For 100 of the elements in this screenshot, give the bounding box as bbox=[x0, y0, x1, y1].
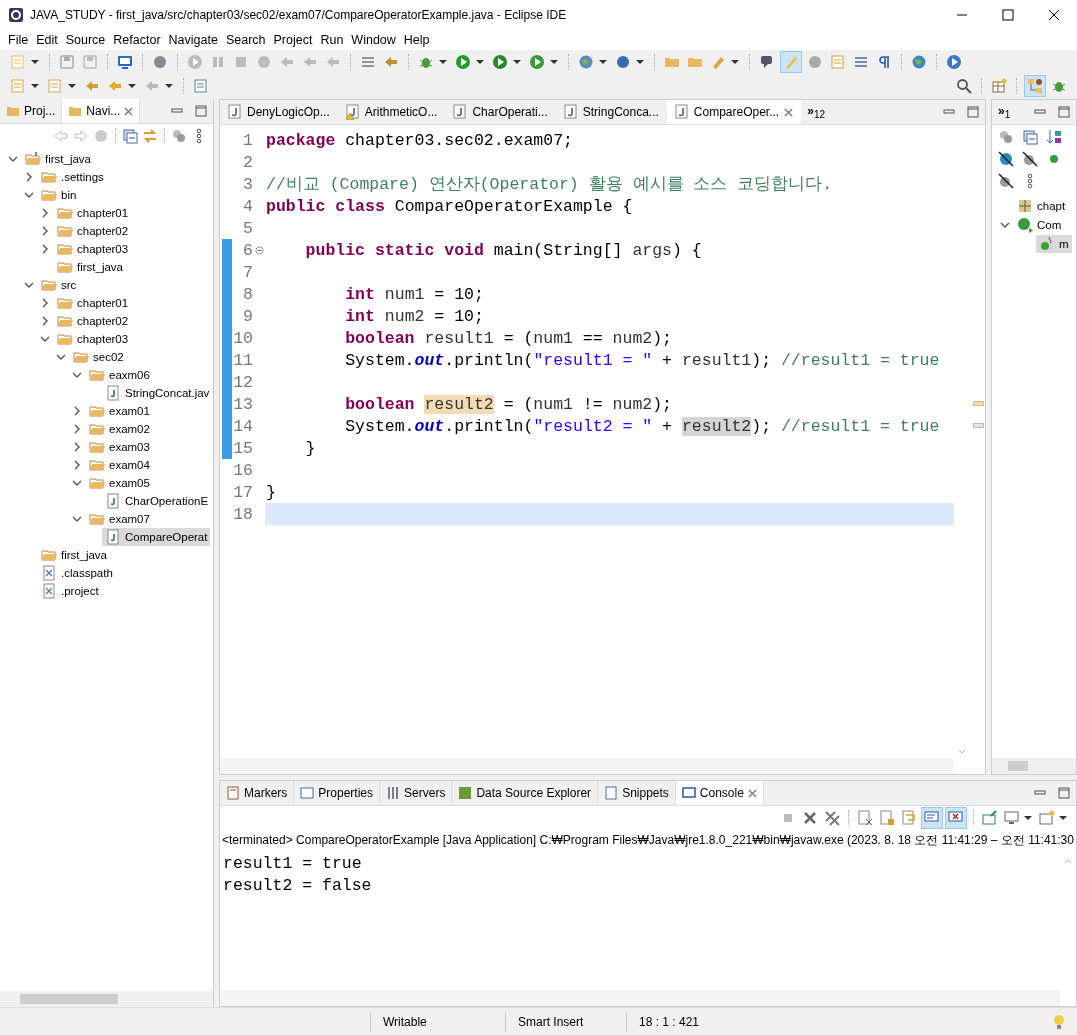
tree-item[interactable]: .project bbox=[38, 582, 102, 600]
display-console-icon[interactable] bbox=[1004, 810, 1020, 826]
menu-item[interactable]: Help bbox=[399, 33, 434, 47]
pilcrow-icon[interactable] bbox=[876, 53, 892, 70]
tree-item[interactable]: exam02 bbox=[86, 420, 153, 438]
tree-item[interactable]: chapter01 bbox=[54, 204, 132, 222]
chevron-icon[interactable] bbox=[72, 478, 82, 488]
pin-editor-icon[interactable] bbox=[193, 78, 209, 94]
chevron-icon[interactable] bbox=[72, 514, 82, 524]
link-with-editor-icon[interactable] bbox=[142, 128, 158, 144]
menu-item[interactable]: Refactor bbox=[109, 33, 165, 47]
show-on-error-icon[interactable] bbox=[945, 807, 967, 829]
chevron-icon[interactable] bbox=[40, 334, 50, 344]
word-wrap-icon[interactable] bbox=[901, 810, 917, 826]
tree-item[interactable]: chapter03 bbox=[54, 330, 132, 348]
chevron-icon[interactable] bbox=[24, 280, 34, 290]
menu-item[interactable]: Project bbox=[269, 33, 317, 47]
chevron-icon[interactable] bbox=[72, 442, 82, 452]
tree-item[interactable]: CompareOperat bbox=[102, 528, 211, 546]
chevron-icon[interactable] bbox=[72, 460, 82, 470]
dropdown-caret-icon[interactable] bbox=[128, 84, 136, 88]
tree-item[interactable]: eaxm06 bbox=[86, 366, 153, 384]
open-perspective-icon[interactable] bbox=[991, 78, 1007, 94]
view-tab[interactable]: Snippets bbox=[598, 781, 676, 805]
occurrence-marker[interactable] bbox=[973, 423, 984, 428]
editor-tab[interactable]: CharOperati... bbox=[445, 100, 556, 124]
collapse-all-icon[interactable] bbox=[1022, 129, 1038, 145]
close-icon[interactable] bbox=[747, 788, 757, 798]
chevron-icon[interactable] bbox=[40, 244, 50, 254]
chevron-icon[interactable] bbox=[8, 154, 18, 164]
dropdown-caret-icon[interactable] bbox=[636, 59, 644, 64]
view-tab[interactable]: Console bbox=[675, 781, 764, 805]
tree-item[interactable]: chapter01 bbox=[54, 294, 132, 312]
maximize-view-icon[interactable] bbox=[967, 106, 979, 118]
dropdown-caret-icon[interactable] bbox=[31, 84, 39, 88]
lightbulb-icon[interactable] bbox=[1051, 1013, 1067, 1030]
tree-item[interactable]: StringConcat.jav bbox=[102, 384, 213, 402]
maximize-view-icon[interactable] bbox=[1058, 106, 1070, 118]
editor-tab[interactable]: StringConca... bbox=[555, 100, 667, 124]
chevron-icon[interactable] bbox=[24, 190, 34, 200]
view-tab[interactable]: Servers bbox=[380, 781, 453, 805]
tree-item[interactable]: chapter02 bbox=[54, 312, 132, 330]
hide-fields-icon[interactable] bbox=[998, 151, 1014, 167]
hide-local-types-icon[interactable] bbox=[998, 173, 1014, 189]
java-perspective-icon[interactable] bbox=[1024, 75, 1046, 97]
dropdown-caret-icon[interactable] bbox=[68, 84, 76, 88]
chevron-icon[interactable] bbox=[72, 406, 82, 416]
coverage-icon[interactable] bbox=[492, 53, 508, 70]
new-server-icon[interactable] bbox=[578, 53, 594, 70]
tree-item[interactable]: CharOperationE bbox=[102, 492, 212, 510]
new-class-icon[interactable] bbox=[615, 53, 631, 70]
dropdown-caret-icon[interactable] bbox=[1059, 816, 1067, 820]
occurrence-marker[interactable] bbox=[973, 401, 984, 406]
remove-launch-icon[interactable] bbox=[802, 810, 818, 826]
link-icon[interactable] bbox=[152, 53, 168, 70]
tree-item[interactable]: sec02 bbox=[70, 348, 127, 366]
dropdown-caret-icon[interactable] bbox=[1024, 816, 1032, 820]
outline-item[interactable]: Com bbox=[1014, 216, 1065, 234]
remove-all-icon[interactable] bbox=[824, 810, 840, 826]
dropdown-caret-icon[interactable] bbox=[165, 84, 173, 88]
menu-item[interactable]: File bbox=[4, 33, 33, 47]
fold-icon[interactable] bbox=[254, 245, 264, 255]
back-arrow-icon[interactable] bbox=[107, 78, 123, 94]
tree-item[interactable]: chapter03 bbox=[54, 240, 132, 258]
chevron-icon[interactable] bbox=[40, 208, 50, 218]
menu-item[interactable]: Run bbox=[316, 33, 348, 47]
maximize-view-icon[interactable] bbox=[1058, 787, 1070, 799]
collapse-all-icon[interactable] bbox=[122, 128, 138, 144]
dropdown-caret-icon[interactable] bbox=[476, 59, 484, 64]
tree-item[interactable]: exam03 bbox=[86, 438, 153, 456]
launch-icon[interactable] bbox=[946, 53, 962, 70]
dropdown-caret-icon[interactable] bbox=[513, 59, 521, 64]
outline-item[interactable]: m bbox=[1036, 235, 1072, 253]
menu-item[interactable]: Edit bbox=[32, 33, 62, 47]
view-tab[interactable]: Properties bbox=[294, 781, 381, 805]
tree-item[interactable]: .classpath bbox=[38, 564, 116, 582]
show-on-output-icon[interactable] bbox=[921, 807, 943, 829]
pin-console-icon[interactable] bbox=[982, 810, 998, 826]
tab-overflow[interactable]: »$_{12}$ bbox=[801, 103, 831, 121]
last-edit-icon[interactable] bbox=[84, 78, 100, 94]
tree-item[interactable]: src bbox=[38, 276, 80, 294]
menu-item[interactable]: Navigate bbox=[164, 33, 222, 47]
external-tool-icon[interactable] bbox=[529, 53, 545, 70]
maximize-view-icon[interactable] bbox=[195, 105, 207, 117]
menu-item[interactable]: Source bbox=[61, 33, 110, 47]
close-icon[interactable] bbox=[124, 106, 134, 116]
dropdown-caret-icon[interactable] bbox=[599, 59, 607, 64]
dropdown-caret-icon[interactable] bbox=[731, 59, 739, 64]
chevron-icon[interactable] bbox=[40, 298, 50, 308]
filter-icon[interactable] bbox=[998, 129, 1014, 145]
tree-item[interactable]: .settings bbox=[38, 168, 107, 186]
tree-item[interactable]: exam04 bbox=[86, 456, 153, 474]
sort-icon[interactable] bbox=[1046, 129, 1062, 145]
editor-tab[interactable]: ArithmeticO... bbox=[337, 100, 446, 124]
scroll-lock-icon[interactable] bbox=[879, 810, 895, 826]
tree-item[interactable]: first_java bbox=[38, 546, 111, 564]
hide-static-icon[interactable] bbox=[1022, 151, 1038, 167]
tree-item[interactable]: exam01 bbox=[86, 402, 153, 420]
tree-item[interactable]: bin bbox=[38, 186, 80, 204]
globe-icon[interactable] bbox=[911, 53, 927, 70]
